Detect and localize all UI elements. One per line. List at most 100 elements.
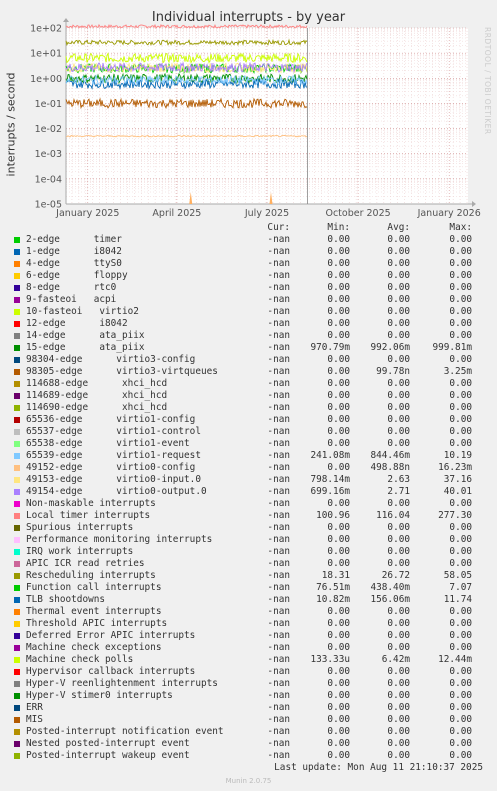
legend-swatch (14, 381, 20, 387)
legend-avg-value: 99.78n (376, 366, 410, 377)
legend-cur-value: -nan (267, 234, 290, 245)
legend-min-value: 0.00 (327, 558, 350, 569)
legend-cur-value: -nan (267, 678, 290, 689)
y-tick-label: 1e-02 (35, 124, 62, 135)
legend-row: Posted-interrupt notification event -nan 0… (0, 726, 497, 738)
legend-min-value: 0.00 (327, 666, 350, 677)
legend-avg-value: 0.00 (387, 270, 410, 281)
legend-swatch (14, 345, 20, 351)
legend-row: MIS -nan 0.00 0.00 0.00 (0, 714, 497, 726)
legend-avg-value: 116.04 (376, 510, 410, 521)
legend-row: Performance monitoring interrupts -nan 0.0… (0, 534, 497, 546)
legend-label: ERR (26, 702, 43, 713)
legend-swatch (14, 321, 20, 327)
legend-max-value: 0.00 (449, 498, 472, 509)
legend-avg-value: 2.71 (387, 486, 410, 497)
legend-max-value: 16.23m (438, 462, 472, 473)
legend-cur-value: -nan (267, 630, 290, 641)
legend-table: 2-edge timer -nan 0.00 0.00 0.00 1-edge i8042… (0, 234, 497, 762)
legend-min-value: 0.00 (327, 546, 350, 557)
legend-max-value: 0.00 (449, 534, 472, 545)
legend-row: 2-edge timer -nan 0.00 0.00 0.00 (0, 234, 497, 246)
y-tick-label: 1e-03 (35, 149, 62, 160)
legend-min-value: 0.00 (327, 462, 350, 473)
legend-cur-value: -nan (267, 714, 290, 725)
legend-row: 9-fasteoi acpi -nan 0.00 0.00 0.00 (0, 294, 497, 306)
legend-swatch (14, 309, 20, 315)
legend-cur-value: -nan (267, 510, 290, 521)
y-tick-label: 1e+00 (30, 74, 62, 85)
legend-avg-value: 0.00 (387, 306, 410, 317)
legend-min-value: 0.00 (327, 534, 350, 545)
legend-label: Machine check exceptions (26, 642, 162, 653)
legend-swatch (14, 657, 20, 663)
legend-max-value: 0.00 (449, 270, 472, 281)
legend-min-value: 0.00 (327, 642, 350, 653)
legend-swatch (14, 549, 20, 555)
legend-label: Hyper-V stimer0 interrupts (26, 690, 173, 701)
legend-avg-value: 0.00 (387, 498, 410, 509)
legend-min-value: 0.00 (327, 426, 350, 437)
legend-avg-value: 0.00 (387, 522, 410, 533)
legend-avg-value: 0.00 (387, 546, 410, 557)
legend-cur-value: -nan (267, 318, 290, 329)
legend-min-value: 241.08m (310, 450, 350, 461)
legend-min-value: 0.00 (327, 282, 350, 293)
legend-swatch (14, 273, 20, 279)
x-tick-label: January 2026 (417, 208, 481, 219)
legend-avg-value: 0.00 (387, 606, 410, 617)
legend-swatch (14, 693, 20, 699)
legend-min-value: 0.00 (327, 390, 350, 401)
legend-cur-value: -nan (267, 270, 290, 281)
legend-min-value: 0.00 (327, 258, 350, 269)
legend-min-value: 0.00 (327, 738, 350, 749)
legend-label: 10-fasteoi virtio2 (26, 306, 139, 317)
y-tick-label: 1e-04 (35, 174, 62, 185)
legend-max-value: 40.01 (443, 486, 472, 497)
legend-max-value: 0.00 (449, 726, 472, 737)
legend-row: Machine check polls -nan 133.33u 6.42m 12.44… (0, 654, 497, 666)
legend-swatch (14, 669, 20, 675)
legend-header-avg: Avg: (387, 222, 410, 233)
x-axis-arrow (472, 201, 476, 207)
legend-min-value: 0.00 (327, 678, 350, 689)
legend-row: Deferred Error APIC interrupts -nan 0.00 0.… (0, 630, 497, 642)
legend-label: Non-maskable interrupts (26, 498, 156, 509)
legend-label: 114688-edge xhci_hcd (26, 378, 168, 389)
legend-row: Hypervisor callback interrupts -nan 0.00 0.… (0, 666, 497, 678)
legend-swatch (14, 465, 20, 471)
legend-row: 8-edge rtc0 -nan 0.00 0.00 0.00 (0, 282, 497, 294)
legend-avg-value: 992.06m (370, 342, 410, 353)
legend-cur-value: -nan (267, 606, 290, 617)
legend-label: 98304-edge virtio3-config (26, 354, 196, 365)
legend-cur-value: -nan (267, 342, 290, 353)
legend-swatch (14, 429, 20, 435)
legend-avg-value: 0.00 (387, 558, 410, 569)
legend-cur-value: -nan (267, 462, 290, 473)
legend-cur-value: -nan (267, 438, 290, 449)
legend-cur-value: -nan (267, 666, 290, 677)
legend-row: 114689-edge xhci_hcd -nan 0.00 0.00 0.00 (0, 390, 497, 402)
legend-max-value: 0.00 (449, 738, 472, 749)
legend-label: Nested posted-interrupt event (26, 738, 190, 749)
legend-swatch (14, 285, 20, 291)
legend-row: ERR -nan 0.00 0.00 0.00 (0, 702, 497, 714)
legend-cur-value: -nan (267, 282, 290, 293)
legend-row: 6-edge floppy -nan 0.00 0.00 0.00 (0, 270, 497, 282)
legend-swatch (14, 477, 20, 483)
legend-min-value: 0.00 (327, 414, 350, 425)
legend-min-value: 0.00 (327, 330, 350, 341)
legend-max-value: 3.25m (443, 366, 472, 377)
legend-row: 98304-edge virtio3-config -nan 0.00 0.00 0.0… (0, 354, 497, 366)
legend-row: 65538-edge virtio1-event -nan 0.00 0.00 0.00 (0, 438, 497, 450)
legend-label: Machine check polls (26, 654, 134, 665)
legend-max-value: 0.00 (449, 306, 472, 317)
legend-row: 14-edge ata_piix -nan 0.00 0.00 0.00 (0, 330, 497, 342)
legend-label: 49153-edge virtio0-input.0 (26, 474, 201, 485)
legend-max-value: 0.00 (449, 558, 472, 569)
legend-cur-value: -nan (267, 378, 290, 389)
legend-cur-value: -nan (267, 642, 290, 653)
legend-cur-value: -nan (267, 726, 290, 737)
legend-avg-value: 0.00 (387, 750, 410, 761)
legend-swatch (14, 261, 20, 267)
